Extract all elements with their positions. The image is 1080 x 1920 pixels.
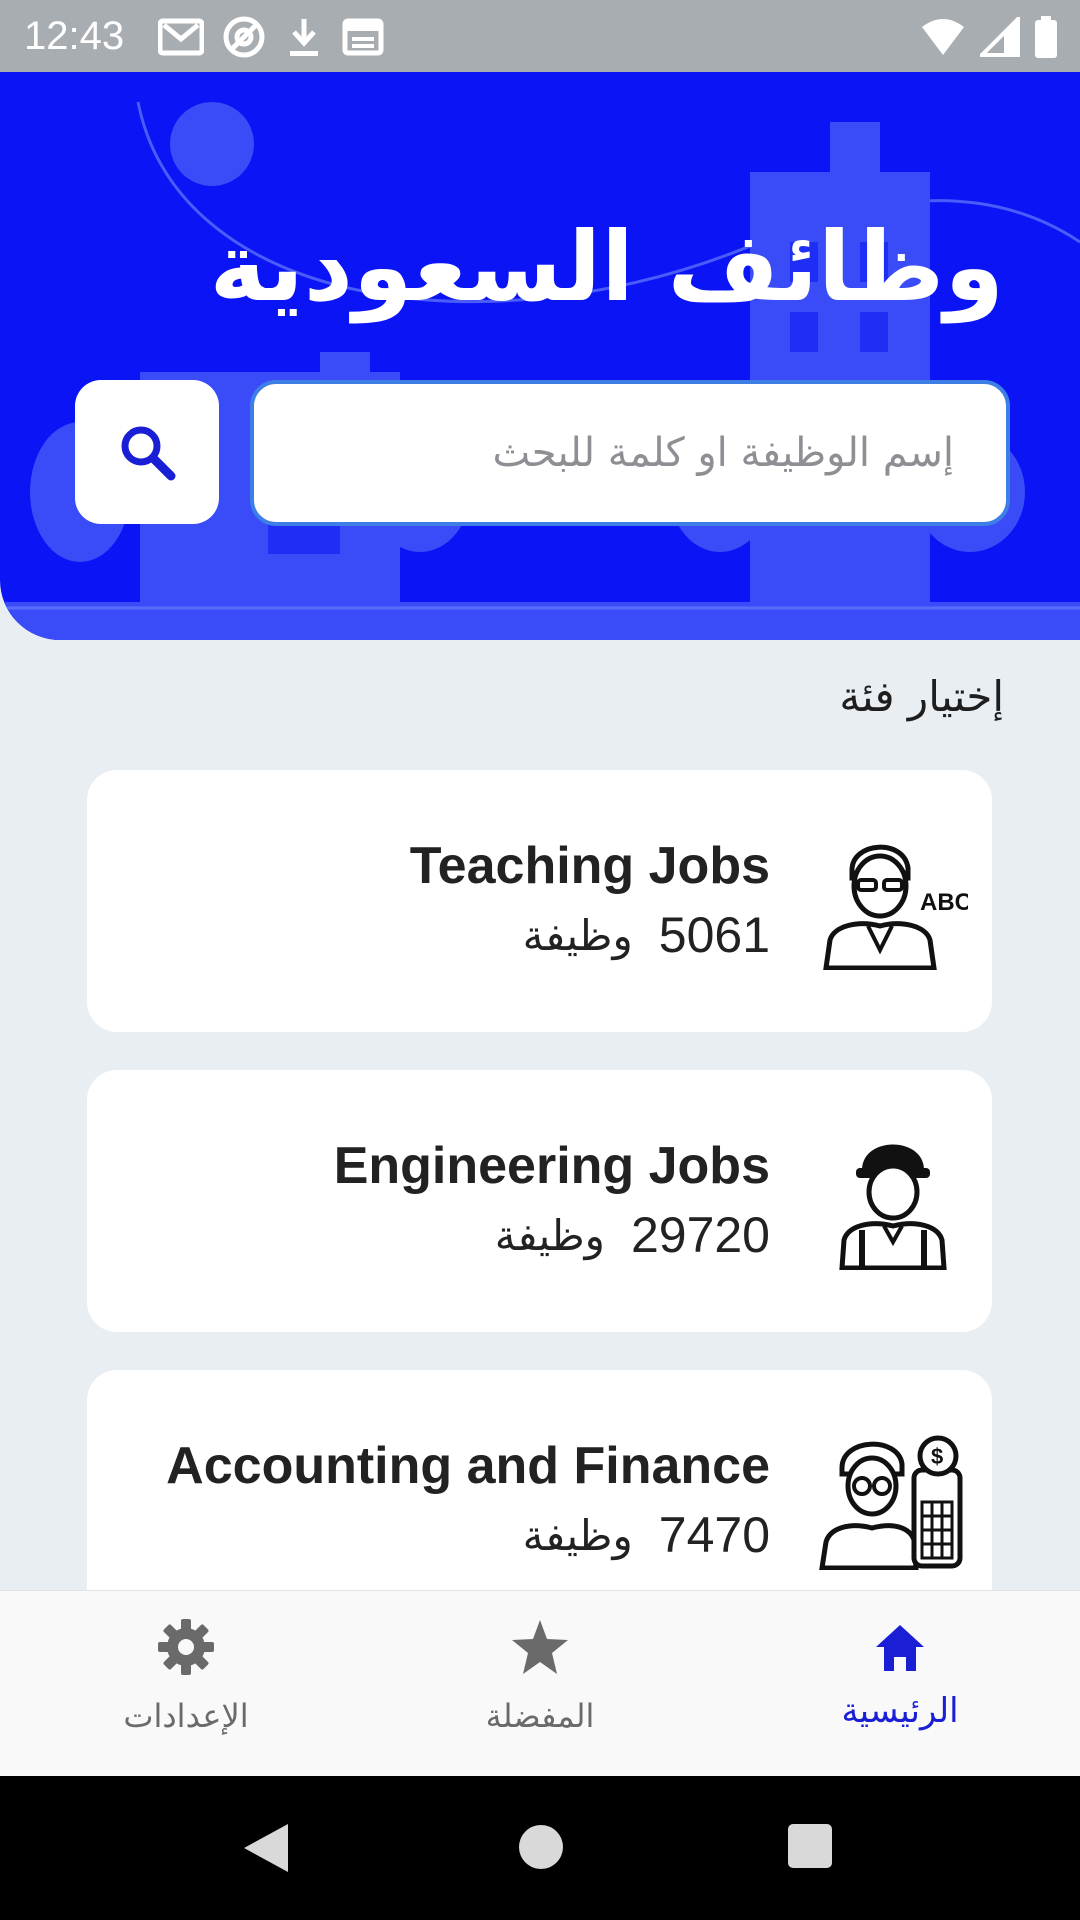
category-count-row: 29720 وظيفة xyxy=(495,1206,770,1264)
category-count: 5061 xyxy=(658,907,770,963)
nav-label-settings: الإعدادات xyxy=(123,1697,249,1735)
back-icon[interactable] xyxy=(240,1822,292,1874)
category-count: 7470 xyxy=(658,1507,770,1563)
status-bar: 12:43 xyxy=(0,0,1080,72)
nav-favorites[interactable]: المفضلة xyxy=(390,1591,690,1777)
home-icon xyxy=(876,1625,924,1671)
category-unit: وظيفة xyxy=(494,1210,605,1260)
engineer-icon xyxy=(839,1144,947,1270)
category-title: Engineering Jobs xyxy=(333,1137,770,1195)
recents-icon[interactable] xyxy=(786,1822,834,1870)
at-sign-icon xyxy=(223,16,265,58)
category-card-engineering[interactable]: Engineering Jobs 29720 وظيفة xyxy=(87,1070,992,1332)
category-count-row: 7470 وظيفة xyxy=(523,1506,770,1564)
category-unit: وظيفة xyxy=(522,1510,633,1560)
nav-label-favorites: المفضلة xyxy=(485,1697,595,1735)
nav-home[interactable]: الرئيسية xyxy=(750,1591,1050,1777)
search-icon xyxy=(121,426,176,481)
svg-text:ABC: ABC xyxy=(920,889,968,916)
nav-label-home: الرئيسية xyxy=(841,1691,959,1731)
category-title: Teaching Jobs xyxy=(409,837,770,895)
category-card-teaching[interactable]: Teaching Jobs 5061 وظيفة ABC xyxy=(87,770,992,1032)
category-title: Accounting and Finance xyxy=(166,1437,770,1495)
header: وظائف السعودية xyxy=(0,72,1080,640)
gmail-icon xyxy=(158,18,204,56)
search-button[interactable] xyxy=(75,380,219,524)
nav-settings[interactable]: الإعدادات xyxy=(36,1591,336,1777)
search-field xyxy=(250,380,1010,526)
teacher-icon: ABC xyxy=(823,844,968,970)
section-title: إختيار فئة xyxy=(839,672,1004,721)
battery-icon xyxy=(1035,16,1057,58)
category-count-row: 5061 وظيفة xyxy=(523,906,770,964)
gear-icon xyxy=(158,1619,214,1675)
app-title: وظائف السعودية xyxy=(209,211,1004,323)
download-icon xyxy=(290,19,318,56)
category-unit: وظيفة xyxy=(522,910,633,960)
wifi-icon xyxy=(922,19,964,55)
search-input[interactable] xyxy=(254,384,1006,522)
svg-text:$: $ xyxy=(931,1444,943,1469)
star-icon xyxy=(512,1620,568,1674)
status-time: 12:43 xyxy=(24,14,125,58)
signal-icon xyxy=(980,17,1020,57)
accountant-icon: $ xyxy=(819,1435,963,1570)
calendar-icon xyxy=(342,18,384,56)
category-count: 29720 xyxy=(630,1207,770,1263)
header-illustration xyxy=(0,101,1080,640)
system-navigation-bar xyxy=(0,1776,1080,1920)
bottom-navigation: الرئيسية المفضلة الإعدادات xyxy=(0,1590,1080,1777)
home-circle-icon[interactable] xyxy=(516,1822,566,1872)
